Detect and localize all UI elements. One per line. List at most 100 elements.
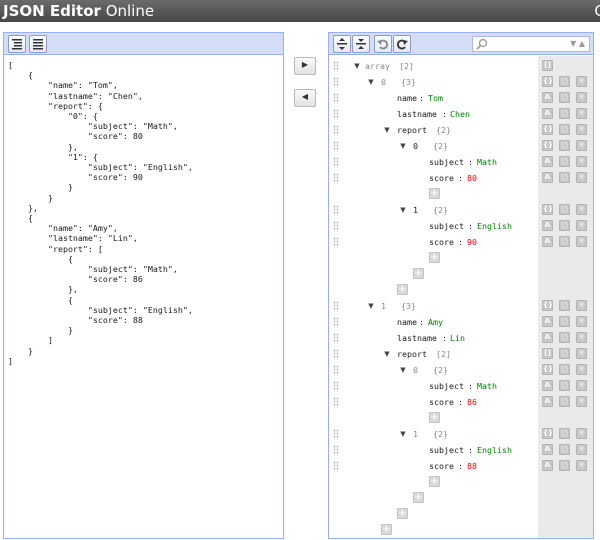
type-auto-icon[interactable]: A — [542, 156, 553, 167]
drag-handle-icon[interactable] — [333, 173, 339, 183]
remove-icon[interactable]: ✕ — [576, 204, 587, 215]
type-object-icon[interactable]: {} — [542, 124, 553, 135]
type-auto-icon[interactable]: A — [542, 380, 553, 391]
collapse-toggle-icon[interactable]: ▼ — [366, 76, 376, 88]
field-key[interactable]: score — [429, 235, 454, 249]
drag-handle-icon[interactable] — [333, 205, 339, 215]
compact-button[interactable] — [29, 35, 47, 53]
remove-icon[interactable]: ✕ — [576, 396, 587, 407]
drag-handle-icon[interactable] — [333, 61, 339, 71]
collapse-toggle-icon[interactable]: ▼ — [398, 428, 408, 440]
remove-icon[interactable]: ✕ — [576, 364, 587, 375]
search-nav-icons[interactable]: ▼ ▲ — [570, 37, 585, 51]
remove-icon[interactable]: ✕ — [576, 428, 587, 439]
type-auto-icon[interactable]: A — [542, 108, 553, 119]
type-object-icon[interactable]: {} — [542, 428, 553, 439]
duplicate-icon[interactable]: ▢ — [559, 156, 570, 167]
append-icon[interactable]: + — [429, 476, 440, 487]
node-key[interactable]: array — [365, 59, 390, 73]
duplicate-icon[interactable]: ▢ — [559, 124, 570, 135]
string-value[interactable]: Math — [477, 155, 497, 169]
copy-to-tree-button[interactable]: ▶ — [294, 57, 316, 75]
type-auto-icon[interactable]: A — [542, 92, 553, 103]
collapse-toggle-icon[interactable]: ▼ — [366, 300, 376, 312]
duplicate-icon[interactable]: ▢ — [559, 444, 570, 455]
duplicate-icon[interactable]: ▢ — [559, 380, 570, 391]
number-value[interactable]: 80 — [467, 171, 477, 185]
append-icon[interactable]: + — [413, 268, 424, 279]
drag-handle-icon[interactable] — [333, 397, 339, 407]
remove-icon[interactable]: ✕ — [576, 300, 587, 311]
append-icon[interactable]: + — [429, 252, 440, 263]
string-value[interactable]: English — [477, 219, 512, 233]
field-key[interactable]: score — [429, 171, 454, 185]
copy-to-code-button[interactable]: ◀ — [294, 89, 316, 107]
type-object-icon[interactable]: {} — [542, 300, 553, 311]
drag-handle-icon[interactable] — [333, 125, 339, 135]
remove-icon[interactable]: ✕ — [576, 124, 587, 135]
remove-icon[interactable]: ✕ — [576, 76, 587, 87]
type-auto-icon[interactable]: A — [542, 444, 553, 455]
duplicate-icon[interactable]: ▢ — [559, 332, 570, 343]
collapse-toggle-icon[interactable]: ▼ — [382, 124, 392, 136]
type-object-icon[interactable]: {} — [542, 204, 553, 215]
remove-icon[interactable]: ✕ — [576, 220, 587, 231]
append-icon[interactable]: + — [397, 508, 408, 519]
drag-handle-icon[interactable] — [333, 301, 339, 311]
append-icon[interactable]: + — [429, 412, 440, 423]
field-key[interactable]: subject — [429, 155, 464, 169]
remove-icon[interactable]: ✕ — [576, 236, 587, 247]
drag-handle-icon[interactable] — [333, 333, 339, 343]
format-button[interactable] — [8, 35, 26, 53]
field-key[interactable]: score — [429, 395, 454, 409]
type-object-icon[interactable]: {} — [542, 76, 553, 87]
remove-icon[interactable]: ✕ — [576, 348, 587, 359]
remove-icon[interactable]: ✕ — [576, 156, 587, 167]
append-icon[interactable]: + — [397, 284, 408, 295]
drag-handle-icon[interactable] — [333, 221, 339, 231]
drag-handle-icon[interactable] — [333, 93, 339, 103]
type-array-icon[interactable]: [] — [542, 348, 553, 359]
drag-handle-icon[interactable] — [333, 445, 339, 455]
field-key[interactable]: subject — [429, 379, 464, 393]
string-value[interactable]: Chen — [450, 107, 470, 121]
collapse-toggle-icon[interactable]: ▼ — [352, 60, 362, 72]
remove-icon[interactable]: ✕ — [576, 172, 587, 183]
type-auto-icon[interactable]: A — [542, 460, 553, 471]
field-key[interactable]: subject — [429, 443, 464, 457]
duplicate-icon[interactable]: ▢ — [559, 316, 570, 327]
collapse-toggle-icon[interactable]: ▼ — [398, 140, 408, 152]
field-key[interactable]: subject — [429, 219, 464, 233]
remove-icon[interactable]: ✕ — [576, 460, 587, 471]
duplicate-icon[interactable]: ▢ — [559, 140, 570, 151]
type-object-icon[interactable]: {} — [542, 364, 553, 375]
code-textarea[interactable]: [ { "name": "Tom", "lastname": "Chen", "… — [4, 56, 283, 538]
append-icon[interactable]: + — [413, 492, 424, 503]
type-auto-icon[interactable]: A — [542, 220, 553, 231]
type-auto-icon[interactable]: A — [542, 236, 553, 247]
duplicate-icon[interactable]: ▢ — [559, 76, 570, 87]
duplicate-icon[interactable]: ▢ — [559, 364, 570, 375]
field-key[interactable]: lastname — [397, 107, 437, 121]
string-value[interactable]: Amy — [428, 315, 443, 329]
string-value[interactable]: Tom — [428, 91, 443, 105]
remove-icon[interactable]: ✕ — [576, 316, 587, 327]
drag-handle-icon[interactable] — [333, 381, 339, 391]
collapse-toggle-icon[interactable]: ▼ — [398, 204, 408, 216]
field-key[interactable]: report — [397, 123, 427, 137]
remove-icon[interactable]: ✕ — [576, 108, 587, 119]
drag-handle-icon[interactable] — [333, 77, 339, 87]
expand-all-button[interactable] — [333, 35, 351, 53]
number-value[interactable]: 88 — [467, 459, 477, 473]
drag-handle-icon[interactable] — [333, 461, 339, 471]
field-key[interactable]: name — [397, 91, 417, 105]
string-value[interactable]: English — [477, 443, 512, 457]
duplicate-icon[interactable]: ▢ — [559, 396, 570, 407]
type-auto-icon[interactable]: A — [542, 316, 553, 327]
drag-handle-icon[interactable] — [333, 365, 339, 375]
duplicate-icon[interactable]: ▢ — [559, 348, 570, 359]
field-key[interactable]: report — [397, 347, 427, 361]
field-key[interactable]: score — [429, 459, 454, 473]
duplicate-icon[interactable]: ▢ — [559, 300, 570, 311]
drag-handle-icon[interactable] — [333, 317, 339, 327]
